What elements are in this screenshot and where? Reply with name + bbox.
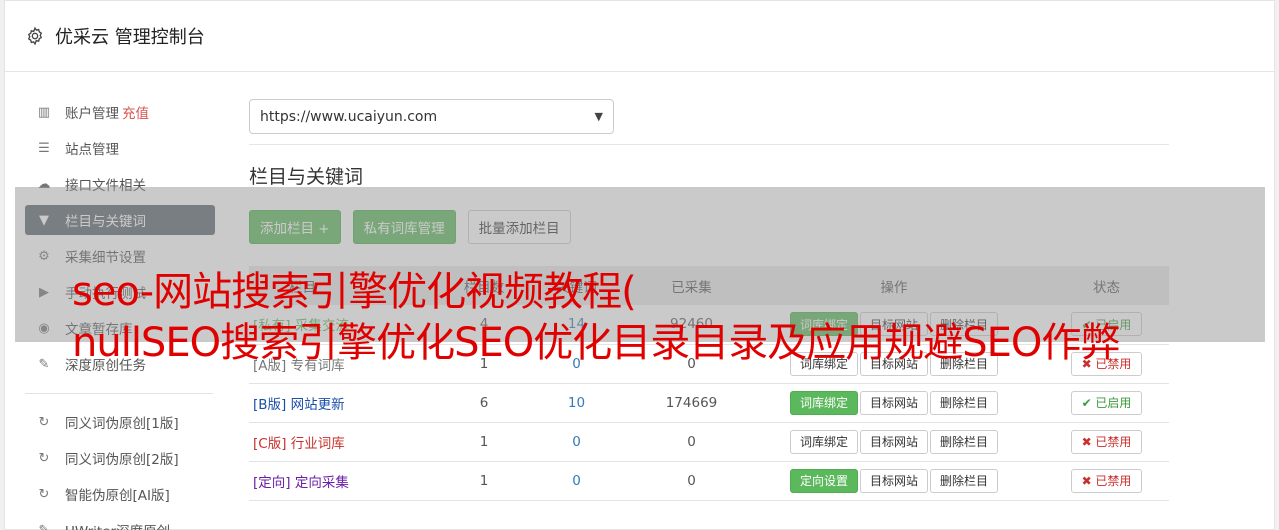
column-count: 6 — [479, 394, 489, 411]
column-name-cell: [定向] 定向采集 — [249, 461, 454, 500]
sidebar-item[interactable]: ↻ 同义词伪原创[1版] — [25, 407, 215, 437]
actions-cell: 词库绑定目标网站删除栏目 — [744, 383, 1044, 422]
bind-lib-button[interactable]: 定向设置 — [789, 468, 858, 493]
sidebar-item[interactable]: ✎ UWriter深度原创 — [25, 515, 215, 530]
column-tag: [C版] — [253, 435, 287, 452]
sidebar-item[interactable]: ↻ 智能伪原创[AI版] — [25, 479, 215, 509]
delete-column-button[interactable]: 删除栏目 — [930, 468, 999, 493]
column-name-link[interactable]: 定向采集 — [295, 475, 349, 491]
column-name-link[interactable]: 行业词库 — [291, 436, 345, 452]
sidebar-item-label: UWriter深度原创 — [65, 520, 170, 530]
column-name-cell: [C版] 行业词库 — [249, 422, 454, 461]
section-title: 栏目与关键词 — [249, 166, 364, 188]
column-name-cell: [B版] 网站更新 — [249, 383, 454, 422]
refresh-icon: ↻ — [38, 486, 50, 502]
page-title: 优采云 管理控制台 — [55, 27, 205, 48]
column-tag: [定向] — [253, 474, 291, 491]
keyword-count[interactable]: 0 — [514, 461, 639, 500]
column-count: 1 — [479, 472, 489, 489]
server-icon: ☰ — [38, 140, 50, 156]
status-toggle[interactable]: ✖ 已禁用 — [1070, 468, 1143, 493]
refresh-icon: ↻ — [38, 450, 50, 466]
sidebar-item[interactable]: ▥ 账户管理 充值 — [25, 97, 215, 127]
overlay-line-2: nullSEO搜索引擎优化SEO优化目录目录及应用规避SEO作弊 — [72, 319, 1120, 366]
bar-chart-icon: ▥ — [37, 104, 51, 120]
site-select[interactable]: https://www.ucaiyun.com ▼ — [249, 99, 614, 134]
status-cell: ✔ 已启用 — [1044, 383, 1169, 422]
actions-cell: 定向设置 目标网站 删除栏目 — [744, 461, 1044, 500]
status-toggle[interactable]: ✔ 已启用 — [1070, 390, 1143, 415]
collected-count: 0 — [687, 433, 696, 450]
target-site-button[interactable]: 目标网站 — [859, 390, 928, 415]
target-site-button[interactable]: 目标网站 — [859, 429, 928, 454]
sidebar-item[interactable]: ☰ 站点管理 — [25, 133, 215, 163]
collected-count: 0 — [687, 472, 696, 489]
sidebar-divider — [25, 393, 213, 394]
bind-lib-button[interactable]: 词库绑定 — [789, 390, 858, 415]
edit-icon: ✎ — [38, 522, 50, 530]
chevron-down-icon: ▼ — [594, 110, 603, 123]
gear-icon — [27, 26, 43, 46]
bind-lib-button[interactable]: 词库绑定 — [789, 429, 858, 454]
overlay-caption: seo-网站搜索引擎优化视频教程( nullSEO搜索引擎优化SEO优化目录目录… — [72, 267, 1120, 369]
table-row: [C版] 行业词库 1 0 0 词库绑定 目标网站 删除栏目 ✖ 已禁用 — [249, 422, 1169, 461]
status-cell: ✖ 已禁用 — [1044, 461, 1169, 500]
delete-column-button[interactable]: 删除栏目 — [930, 429, 999, 454]
edit-icon: ✎ — [38, 356, 50, 372]
column-tag: [B版] — [253, 396, 287, 413]
recharge-link[interactable]: 充值 — [122, 102, 149, 122]
sidebar-item-label: 智能伪原创[AI版] — [65, 488, 170, 504]
divider — [249, 144, 1169, 145]
sidebar-item-label: 同义词伪原创[1版] — [65, 416, 179, 432]
status-toggle[interactable]: ✖ 已禁用 — [1070, 429, 1143, 454]
sidebar-item[interactable]: ↻ 同义词伪原创[2版] — [25, 443, 215, 473]
refresh-icon: ↻ — [38, 414, 50, 430]
delete-column-button[interactable]: 删除栏目 — [930, 390, 999, 415]
sidebar-item-label: 同义词伪原创[2版] — [65, 452, 179, 468]
column-name-link[interactable]: 网站更新 — [291, 397, 345, 413]
table-row: [B版] 网站更新 6 10 174669 词库绑定 目标网站 删除栏目 ✔ 已启用 — [249, 383, 1169, 422]
actions-cell: 词库绑定目标网站删除栏目 — [744, 422, 1044, 461]
status-cell: ✖ 已禁用 — [1044, 422, 1169, 461]
overlay-line-1: seo-网站搜索引擎优化视频教程( — [72, 269, 637, 315]
panel-header: 优采云 管理控制台 — [5, 1, 1274, 72]
keyword-count[interactable]: 0 — [514, 422, 639, 461]
sidebar-item-label: 账户管理 — [65, 106, 119, 122]
keyword-count[interactable]: 10 — [514, 383, 639, 422]
column-count: 1 — [479, 433, 489, 450]
collected-count: 174669 — [665, 394, 718, 411]
table-row: [定向] 定向采集 1 0 0 定向设置 目标网站 删除栏目 ✖ 已禁用 — [249, 461, 1169, 500]
target-site-button[interactable]: 目标网站 — [859, 468, 928, 493]
sidebar-item-label: 站点管理 — [65, 142, 119, 158]
site-select-value: https://www.ucaiyun.com — [260, 108, 438, 125]
